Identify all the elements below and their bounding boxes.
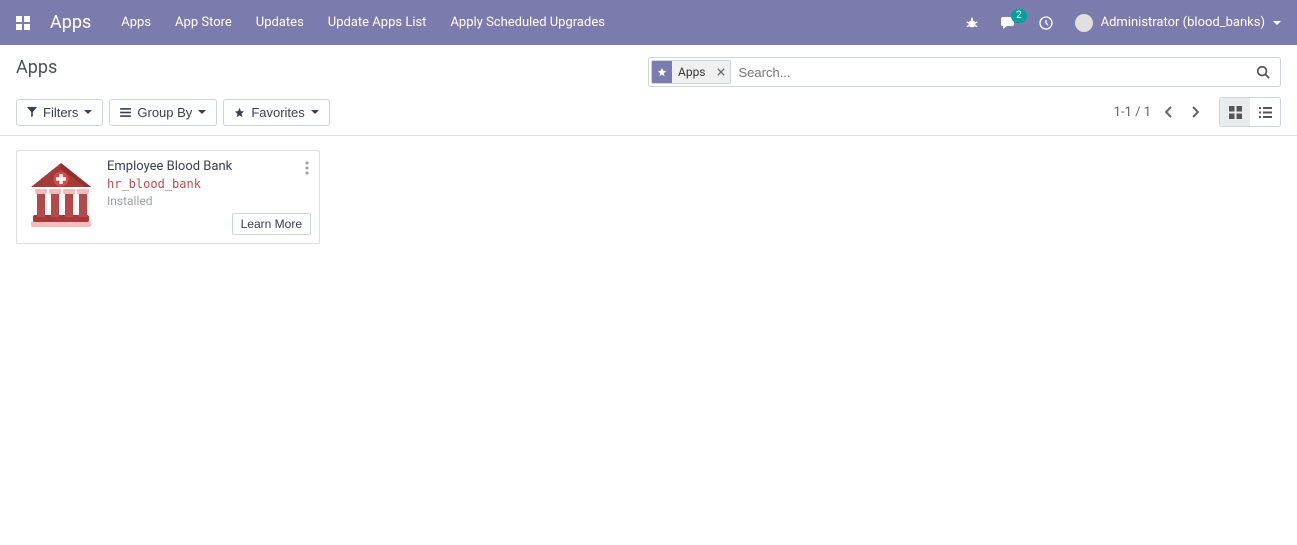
apps-launcher-button[interactable] — [0, 0, 46, 45]
facet-remove[interactable] — [712, 61, 730, 83]
search-view[interactable]: Apps — [648, 57, 1281, 87]
filters-label: Filters — [43, 105, 78, 120]
nav-apps[interactable]: Apps — [121, 15, 151, 30]
card-actions: Learn More — [107, 213, 311, 235]
nav-update-apps-list[interactable]: Update Apps List — [328, 15, 427, 30]
kanban-icon — [1229, 106, 1242, 119]
search-icon — [1256, 65, 1270, 79]
funnel-icon — [27, 107, 37, 117]
app-card[interactable]: Employee Blood Bank hr_blood_bank Instal… — [16, 150, 320, 244]
user-menu[interactable]: Administrator (blood_banks) — [1075, 14, 1281, 32]
star-icon — [657, 67, 667, 77]
apps-grid-icon — [16, 16, 30, 30]
breadcrumb: Apps — [16, 57, 648, 87]
activities-button[interactable] — [1039, 16, 1053, 30]
groupby-label: Group By — [137, 105, 192, 120]
app-title: Employee Blood Bank — [107, 159, 311, 174]
facet-star — [652, 61, 672, 83]
list-icon — [120, 108, 131, 117]
caret-down-icon — [198, 110, 206, 114]
search-facet-apps: Apps — [651, 60, 731, 84]
bank-building-icon — [25, 159, 97, 231]
view-switcher — [1219, 97, 1281, 127]
search-input[interactable] — [735, 60, 1249, 84]
pager-prev[interactable] — [1161, 102, 1177, 122]
pager-next[interactable] — [1187, 102, 1203, 122]
app-icon — [25, 159, 97, 231]
nav-updates[interactable]: Updates — [256, 15, 304, 30]
learn-more-button[interactable]: Learn More — [232, 213, 311, 235]
favorites-button[interactable]: Favorites — [223, 99, 329, 126]
message-count-badge: 2 — [1011, 9, 1027, 23]
caret-down-icon — [1273, 21, 1281, 25]
card-kebab-menu[interactable] — [305, 161, 309, 175]
caret-down-icon — [311, 110, 319, 114]
kanban-view: Employee Blood Bank hr_blood_bank Instal… — [0, 136, 1297, 258]
debug-button[interactable] — [965, 16, 979, 30]
list-view-button[interactable] — [1250, 98, 1280, 126]
star-icon — [234, 107, 245, 118]
chevron-right-icon — [1191, 106, 1199, 118]
messaging-button[interactable]: 2 — [1001, 16, 1017, 30]
app-status: Installed — [107, 194, 311, 208]
kanban-view-button[interactable] — [1220, 98, 1250, 126]
caret-down-icon — [84, 110, 92, 114]
navbar-menu: Apps App Store Updates Update Apps List … — [121, 15, 964, 30]
filters-button[interactable]: Filters — [16, 99, 103, 126]
card-body: Employee Blood Bank hr_blood_bank Instal… — [107, 159, 311, 235]
kebab-icon — [305, 161, 309, 175]
bug-icon — [965, 16, 979, 30]
nav-app-store[interactable]: App Store — [175, 15, 232, 30]
systray: 2 Administrator (blood_banks) — [965, 14, 1281, 32]
user-name: Administrator (blood_banks) — [1101, 15, 1265, 30]
cp-right-controls: 1-1 / 1 — [1114, 97, 1281, 127]
avatar — [1075, 14, 1093, 32]
chevron-left-icon — [1165, 106, 1173, 118]
app-brand[interactable]: Apps — [46, 12, 121, 33]
main-navbar: Apps Apps App Store Updates Update Apps … — [0, 0, 1297, 45]
groupby-button[interactable]: Group By — [109, 99, 217, 126]
pager: 1-1 / 1 — [1114, 102, 1203, 122]
search-button[interactable] — [1248, 60, 1278, 84]
facet-label: Apps — [672, 61, 712, 83]
app-technical-name: hr_blood_bank — [107, 177, 311, 191]
favorites-label: Favorites — [251, 105, 304, 120]
control-panel: Apps Apps Filters — [0, 45, 1297, 136]
pager-value[interactable]: 1-1 / 1 — [1114, 105, 1151, 120]
search-options: Filters Group By Favorites — [16, 97, 648, 127]
nav-apply-scheduled[interactable]: Apply Scheduled Upgrades — [450, 15, 605, 30]
clock-icon — [1039, 16, 1053, 30]
close-icon — [717, 68, 725, 76]
list-view-icon — [1259, 107, 1272, 118]
